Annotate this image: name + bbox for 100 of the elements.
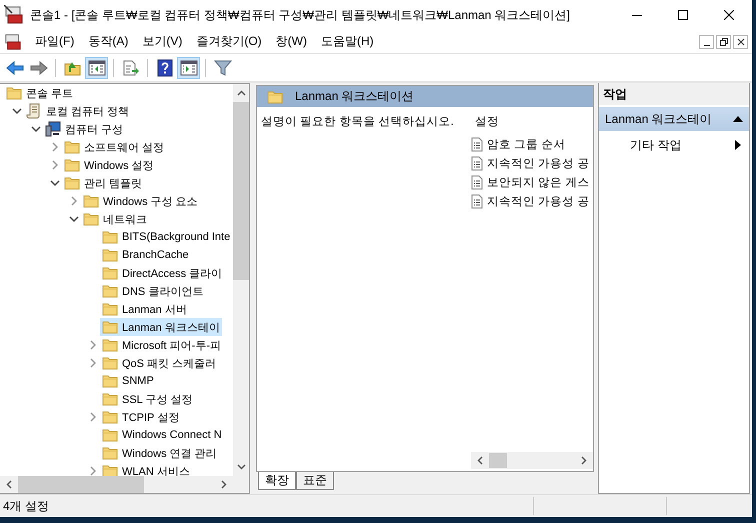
document-icon (471, 156, 483, 171)
folder-icon (64, 158, 80, 172)
tab[interactable]: 표준 (296, 472, 334, 490)
scroll-right-icon (581, 456, 587, 465)
toolbar-button[interactable] (177, 56, 200, 78)
folder-icon (102, 248, 118, 262)
folder-icon (102, 356, 118, 370)
scroll-thumb[interactable] (18, 476, 144, 493)
tree-item[interactable]: 네트워크 (81, 210, 149, 228)
export-list-icon (122, 60, 140, 76)
list-item[interactable]: 지속적인 가용성 공 (471, 154, 593, 173)
menu-item[interactable]: 동작(A) (81, 33, 136, 50)
tree-item[interactable]: Lanman 서버 (100, 300, 189, 318)
folder-icon (102, 230, 118, 244)
pane-icon (88, 60, 106, 76)
action-item[interactable]: 기타 작업 (630, 136, 682, 154)
tree-item[interactable]: 콘솔 루트 (4, 84, 76, 102)
triangle-up-icon[interactable] (733, 116, 743, 122)
folder-icon (102, 464, 118, 476)
scroll-thumb[interactable] (489, 453, 507, 468)
action-section-header[interactable]: Lanman 워크스테이 (599, 107, 749, 131)
scroll-thumb[interactable] (233, 102, 249, 280)
folder-icon (83, 194, 99, 208)
restore-button[interactable] (716, 34, 731, 48)
scroll-up-icon (236, 90, 246, 96)
tree-item[interactable]: WLAN 서비스 (100, 462, 192, 476)
chevron-right-icon[interactable] (89, 466, 97, 476)
tree-item[interactable]: 컴퓨터 구성 (43, 120, 126, 138)
back-arrow-icon (6, 60, 24, 74)
folder-icon (102, 302, 118, 316)
tree-item[interactable]: BranchCache (100, 246, 191, 264)
pane-title: Lanman 워크스테이션 (295, 88, 414, 105)
chevron-right-icon[interactable] (89, 340, 97, 350)
help-icon (156, 58, 172, 76)
console-icon (4, 32, 22, 50)
scroll-left-icon (477, 456, 483, 465)
menu-item[interactable]: 도움말(H) (314, 33, 381, 50)
chevron-down-icon[interactable] (50, 179, 60, 187)
chevron-right-icon[interactable] (70, 196, 78, 206)
tab[interactable]: 확장 (258, 472, 296, 490)
menu-item[interactable]: 즐겨찾기(O) (189, 33, 269, 50)
list-item[interactable]: 지속적인 가용성 공 (471, 192, 593, 211)
tree-item[interactable]: Lanman 워크스테이 (100, 318, 222, 336)
chevron-down-icon[interactable] (69, 215, 79, 223)
tree-item[interactable]: BITS(Background Inte (100, 228, 232, 246)
tree-item[interactable]: DNS 클라이언트 (100, 282, 206, 300)
tree-item[interactable]: QoS 패킷 스케줄러 (100, 354, 218, 372)
folder-icon (6, 86, 22, 100)
chevron-right-icon[interactable] (89, 358, 97, 368)
description-text: 설명이 필요한 항목을 선택하십시오. (260, 115, 455, 130)
list-item[interactable]: 암호 그룹 순서 (471, 135, 593, 154)
horizontal-scrollbar[interactable] (0, 476, 249, 493)
chevron-right-icon[interactable] (51, 160, 59, 170)
folder-icon (102, 266, 118, 280)
menu-item[interactable]: 창(W) (268, 33, 314, 50)
chevron-down-icon[interactable] (31, 125, 41, 133)
folder-up-icon (64, 60, 82, 76)
tree-item[interactable]: 소프트웨어 설정 (62, 138, 166, 156)
console-icon (4, 5, 24, 25)
folder-icon (102, 338, 118, 352)
chevron-right-icon[interactable] (89, 412, 97, 422)
tree-item[interactable]: SSL 구성 설정 (100, 390, 194, 408)
chevron-down-icon[interactable] (12, 107, 22, 115)
folder-icon (102, 284, 118, 298)
list-item[interactable]: 보안되지 않은 게스 (471, 173, 593, 192)
close-button[interactable] (733, 34, 748, 48)
tree-item[interactable]: Microsoft 피어-투-피 (100, 336, 223, 354)
folder-icon (102, 392, 118, 406)
folder-icon (102, 428, 118, 442)
status-text: 4개 설정 (2, 498, 50, 514)
document-icon (471, 137, 483, 152)
toolbar-button[interactable] (85, 56, 108, 78)
horizontal-scrollbar[interactable] (471, 452, 593, 469)
column-header: 설정 (475, 115, 500, 129)
folder-icon (83, 212, 99, 226)
menu-item[interactable]: 보기(V) (135, 33, 190, 50)
folder-icon (102, 374, 118, 388)
menu-item[interactable]: 파일(F) (28, 33, 82, 50)
tree-item[interactable]: Windows 설정 (62, 156, 156, 174)
vertical-scrollbar[interactable] (233, 84, 249, 476)
window-title: 콘솔1 - [콘솔 루트₩로컬 컴퓨터 정책₩컴퓨터 구성₩관리 템플릿₩네트워크₩Lanman 워크스테이션] (30, 6, 570, 24)
tree-item[interactable]: DirectAccess 클라이 (100, 264, 224, 282)
filter-icon (214, 60, 232, 76)
tree-item[interactable]: Windows 구성 요소 (81, 192, 200, 210)
chevron-right-icon[interactable] (51, 142, 59, 152)
scroll-icon (26, 103, 42, 119)
minimize-button[interactable] (699, 34, 714, 48)
maximize-icon (678, 10, 688, 20)
computer-icon (45, 121, 61, 137)
tree-item[interactable]: Windows Connect N (100, 426, 224, 444)
folder-icon (64, 140, 80, 154)
folder-icon (102, 446, 118, 460)
tree-item[interactable]: 관리 템플릿 (62, 174, 144, 192)
close-icon (724, 10, 734, 20)
folder-icon (102, 320, 118, 334)
tree-item[interactable]: Windows 연결 관리 (100, 444, 219, 462)
tree-item[interactable]: SNMP (100, 372, 156, 390)
tree-item[interactable]: TCPIP 설정 (100, 408, 182, 426)
scroll-left-icon (6, 480, 12, 489)
tree-item[interactable]: 로컬 컴퓨터 정책 (24, 102, 132, 120)
